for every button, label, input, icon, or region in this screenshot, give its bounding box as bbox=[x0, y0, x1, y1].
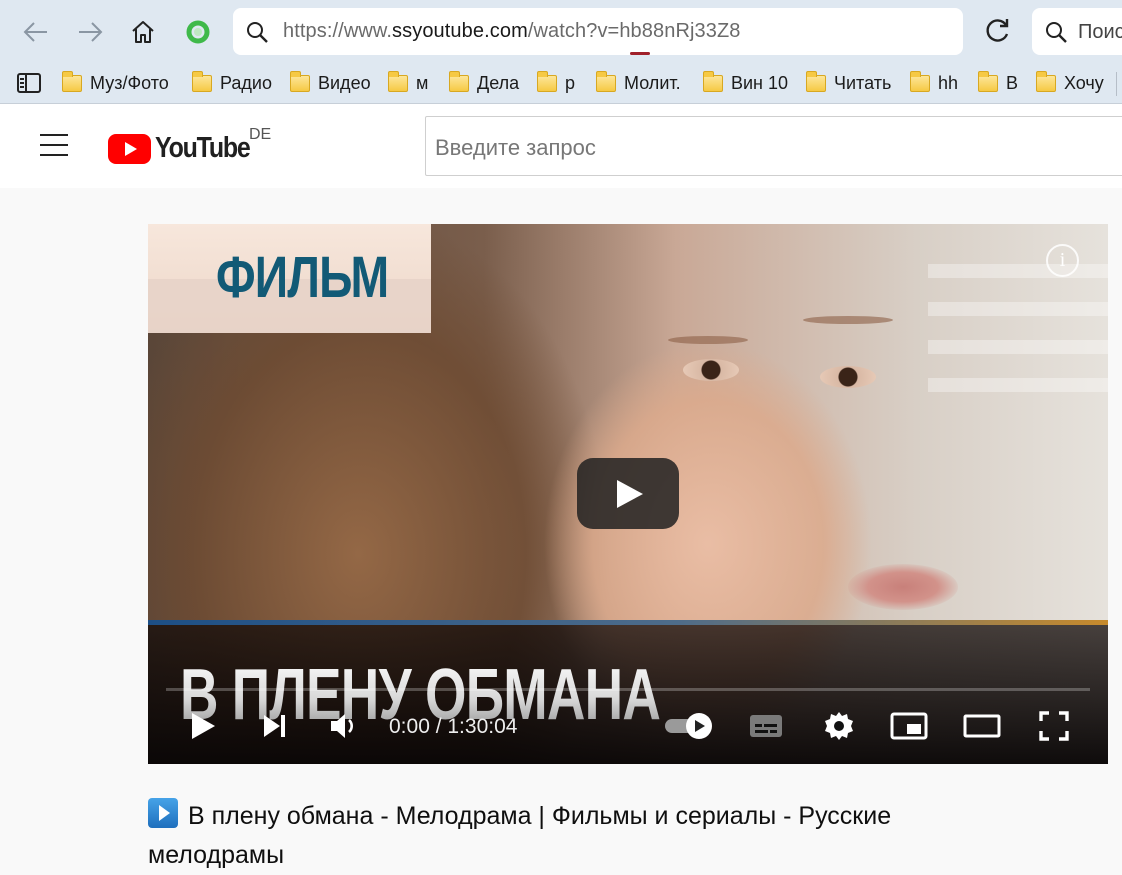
bookmark-label: р bbox=[565, 72, 576, 93]
gear-icon bbox=[825, 712, 853, 740]
home-button[interactable] bbox=[123, 12, 163, 52]
folder-icon bbox=[449, 70, 469, 92]
video-title: В плену обмана - Мелодрама | Фильмы и се… bbox=[148, 797, 968, 875]
back-button[interactable] bbox=[16, 12, 56, 52]
bookmarks-bar: Муз/Фото Радио Видео м Дела р Молит. Вин… bbox=[0, 64, 1122, 102]
folder-icon bbox=[978, 70, 998, 92]
bookmark-folder[interactable]: м bbox=[388, 70, 428, 96]
bookmark-label: В bbox=[1006, 72, 1019, 93]
video-title-text: В плену обмана - Мелодрама | Фильмы и се… bbox=[148, 802, 892, 869]
autoplay-toggle-icon bbox=[665, 713, 712, 739]
subtitles-icon bbox=[750, 715, 782, 737]
bookmark-label: Видео bbox=[318, 72, 371, 93]
bookmark-label: Дела bbox=[477, 72, 520, 93]
bookmark-folder[interactable]: hh bbox=[910, 70, 958, 96]
youtube-search-box[interactable] bbox=[425, 116, 1122, 176]
bookmark-label: Радио bbox=[220, 72, 272, 93]
bookmark-folder[interactable]: Дела bbox=[449, 70, 519, 96]
browser-search-box[interactable]: Поис bbox=[1032, 8, 1122, 55]
home-icon bbox=[132, 21, 154, 43]
film-badge: ФИЛЬМ bbox=[148, 224, 431, 333]
folder-icon bbox=[62, 70, 82, 92]
bookmark-label: м bbox=[416, 72, 429, 93]
arrow-left-icon bbox=[23, 22, 47, 42]
folder-icon bbox=[596, 70, 616, 92]
video-player[interactable]: ФИЛЬМ i В ПЛЕНУ ОБМАНА 0:00 / 1:30:04 bbox=[148, 224, 1108, 764]
spellcheck-underline bbox=[630, 52, 650, 55]
arrow-right-icon bbox=[79, 22, 103, 42]
subtitles-button[interactable] bbox=[746, 709, 786, 743]
sidebar-toggle-icon[interactable] bbox=[16, 72, 42, 94]
next-button[interactable] bbox=[258, 709, 292, 743]
bookmark-label: hh bbox=[938, 72, 959, 93]
bookmarks-divider bbox=[1116, 72, 1117, 96]
search-icon bbox=[1046, 22, 1067, 43]
youtube-header: YouTube DE bbox=[0, 104, 1122, 188]
menu-icon[interactable] bbox=[40, 134, 68, 158]
folder-icon bbox=[388, 70, 408, 92]
search-icon bbox=[247, 22, 268, 43]
miniplayer-icon bbox=[890, 712, 928, 740]
title-band-accent bbox=[148, 620, 1108, 625]
fullscreen-button[interactable] bbox=[1036, 709, 1072, 743]
large-play-button[interactable] bbox=[577, 458, 679, 529]
green-circle-icon bbox=[186, 20, 210, 44]
settings-button[interactable] bbox=[820, 709, 858, 743]
url-prefix: https://www. bbox=[283, 20, 393, 42]
folder-icon bbox=[703, 70, 723, 92]
bookmark-folder[interactable]: Видео bbox=[290, 70, 371, 96]
bookmark-folder[interactable]: Молит. bbox=[596, 70, 681, 96]
url-path: /watch?v=hb88nRj33Z8 bbox=[527, 20, 741, 42]
address-bar[interactable]: https://www.ssyoutube.com/watch?v=hb88nR… bbox=[233, 8, 963, 55]
bookmark-folder[interactable]: Муз/Фото bbox=[62, 70, 169, 96]
bookmark-folder[interactable]: Вин 10 bbox=[703, 70, 788, 96]
reload-icon bbox=[986, 19, 1009, 42]
address-url[interactable]: https://www.ssyoutube.com/watch?v=hb88nR… bbox=[283, 20, 741, 43]
browser-toolbar: https://www.ssyoutube.com/watch?v=hb88nR… bbox=[0, 0, 1122, 104]
url-host: ssyoutube.com bbox=[392, 20, 528, 42]
search-input[interactable] bbox=[435, 135, 1115, 161]
folder-icon bbox=[537, 70, 557, 92]
volume-button[interactable] bbox=[326, 709, 362, 743]
bookmark-label: Хочу bbox=[1064, 72, 1104, 93]
bookmark-label: Молит. bbox=[624, 72, 681, 93]
folder-icon bbox=[1036, 70, 1056, 92]
folder-icon bbox=[290, 70, 310, 92]
volume-icon bbox=[331, 714, 353, 738]
progress-bar[interactable] bbox=[166, 688, 1090, 691]
film-badge-text: ФИЛЬМ bbox=[216, 245, 389, 310]
theater-mode-icon bbox=[963, 714, 1001, 738]
folder-icon bbox=[192, 70, 212, 92]
play-button[interactable] bbox=[186, 709, 220, 743]
bookmark-folder[interactable]: Радио bbox=[192, 70, 272, 96]
youtube-logo-text: YouTube bbox=[155, 132, 251, 164]
bookmark-folder[interactable]: Читать bbox=[806, 70, 891, 96]
youtube-logo[interactable]: YouTube bbox=[108, 132, 265, 165]
bookmark-folder[interactable]: В bbox=[978, 70, 1018, 96]
extension-button[interactable] bbox=[178, 12, 218, 52]
fullscreen-icon bbox=[1039, 711, 1069, 741]
bookmark-label: Читать bbox=[834, 72, 892, 93]
miniplayer-button[interactable] bbox=[889, 709, 929, 743]
bookmark-folder[interactable]: Хочу bbox=[1036, 70, 1104, 96]
reload-button[interactable] bbox=[980, 14, 1014, 53]
play-icon bbox=[192, 713, 215, 739]
skip-next-icon bbox=[264, 715, 285, 737]
time-display: 0:00 / 1:30:04 bbox=[389, 715, 518, 738]
youtube-play-logo-icon bbox=[108, 133, 151, 164]
info-icon[interactable]: i bbox=[1046, 244, 1079, 277]
folder-icon bbox=[806, 70, 826, 92]
theater-mode-button[interactable] bbox=[962, 709, 1002, 743]
play-emoji-icon bbox=[148, 798, 178, 828]
bookmark-label: Вин 10 bbox=[731, 72, 789, 93]
info-symbol: i bbox=[1059, 249, 1066, 271]
forward-button[interactable] bbox=[70, 12, 110, 52]
bookmark-label: Муз/Фото bbox=[90, 72, 169, 93]
browser-search-placeholder: Поис bbox=[1078, 21, 1122, 43]
folder-icon bbox=[910, 70, 930, 92]
bookmark-folder[interactable]: р bbox=[537, 70, 575, 96]
autoplay-toggle[interactable] bbox=[662, 709, 718, 743]
region-code: DE bbox=[249, 126, 272, 143]
